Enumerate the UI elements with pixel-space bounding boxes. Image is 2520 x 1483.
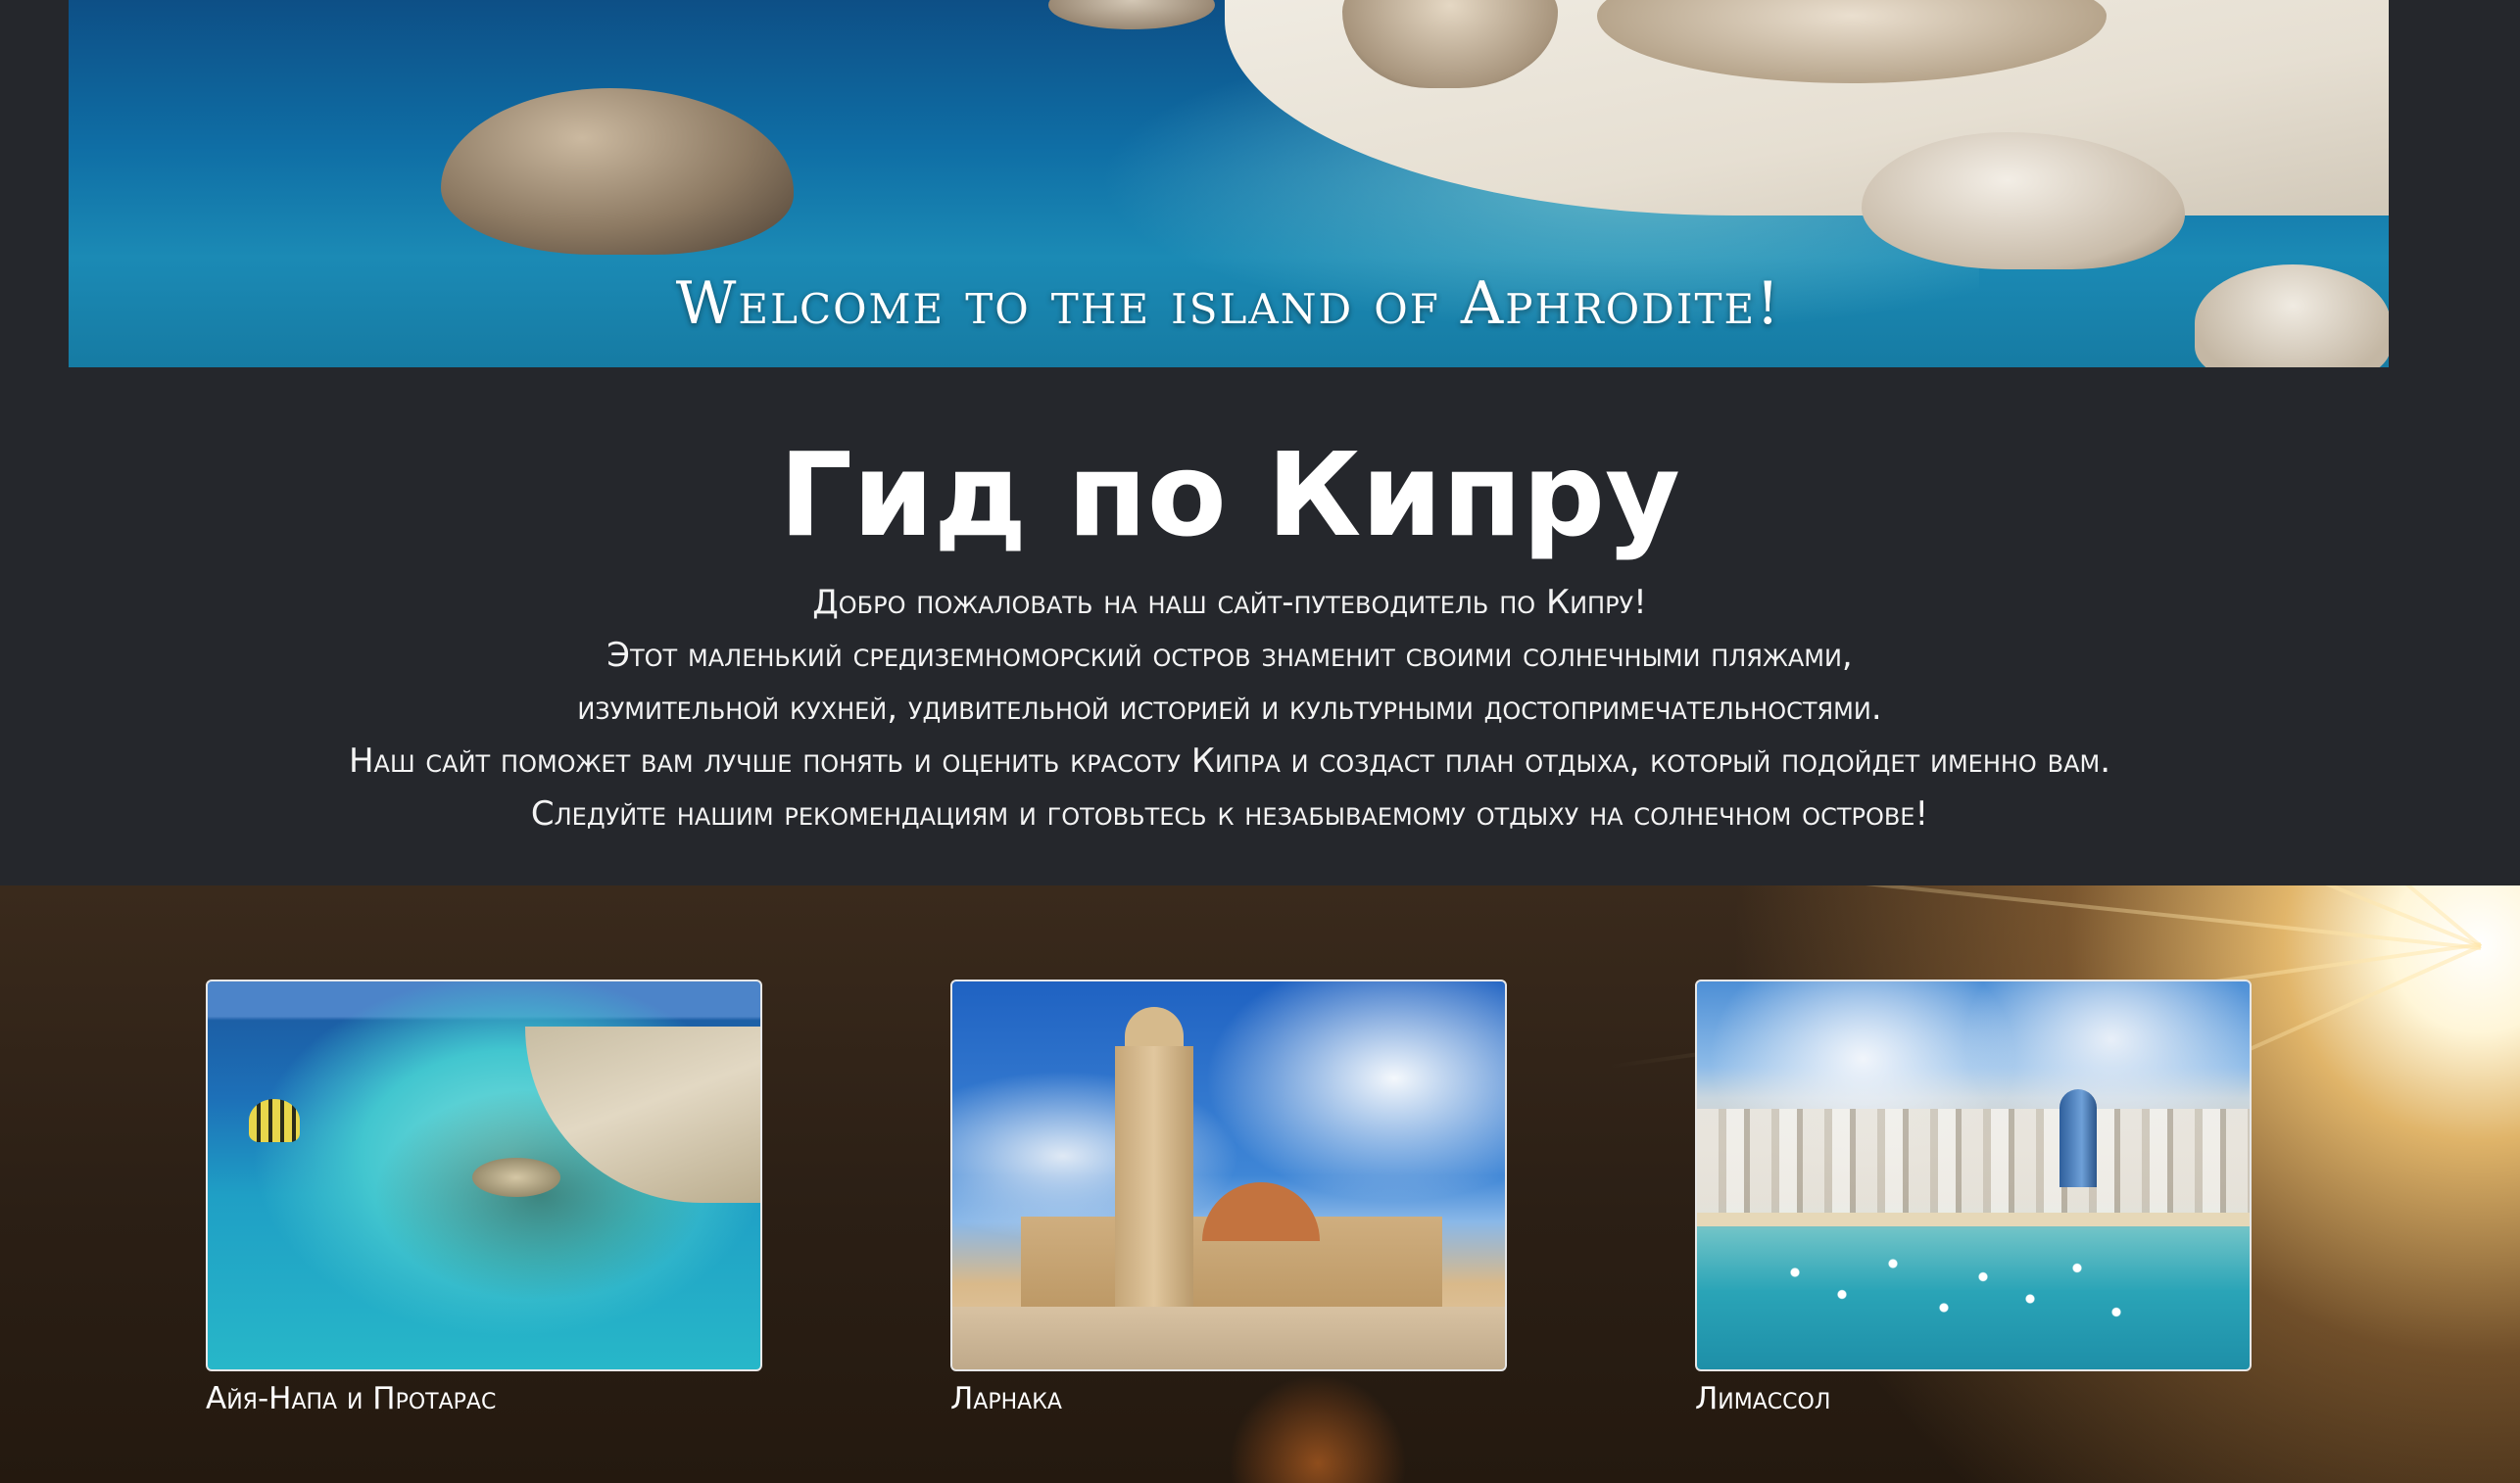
city-card-limassol[interactable]: Лимассол xyxy=(1695,980,2252,1420)
intro-line: Наш сайт поможет вам лучше понять и оцен… xyxy=(348,742,2111,781)
city-card-larnaca[interactable]: Ларнака xyxy=(950,980,1507,1420)
church-dome xyxy=(1202,1182,1320,1241)
city-photo-larnaca[interactable] xyxy=(950,980,1507,1371)
light-ray xyxy=(1408,885,2482,950)
parasail xyxy=(249,1099,300,1142)
rock xyxy=(1048,0,1215,29)
hero-welcome-text: Welcome to the island of Aphrodite! xyxy=(675,269,1782,338)
intro-line: Следуйте нашим рекомендациям и готовьтес… xyxy=(530,794,1929,834)
hero-banner: Welcome to the island of Aphrodite! xyxy=(69,0,2389,367)
islet xyxy=(472,1158,560,1197)
city-skyline xyxy=(1697,1109,2250,1217)
city-photo-limassol[interactable] xyxy=(1695,980,2252,1371)
intro-line: Этот маленький средиземноморский остров … xyxy=(606,636,1853,675)
cities-section: Айя-Напа и Протарас Ларнака Лимассол xyxy=(0,885,2520,1483)
city-photo-ayia-napa[interactable] xyxy=(206,980,762,1371)
beach xyxy=(1697,1213,2250,1226)
plaza xyxy=(952,1307,1505,1369)
intro-text: Добро пожаловать на наш сайт-путеводител… xyxy=(0,576,2459,840)
city-label[interactable]: Айя-Напа и Протарас xyxy=(206,1377,762,1420)
city-card-ayia-napa[interactable]: Айя-Напа и Протарас xyxy=(206,980,762,1420)
city-label[interactable]: Ларнака xyxy=(950,1377,1507,1420)
intro-section: Гид по Кипру Добро пожаловать на наш сай… xyxy=(0,421,2459,840)
boats xyxy=(1756,1246,2148,1334)
intro-line: изумительной кухней, удивительной истори… xyxy=(577,689,1882,728)
city-label[interactable]: Лимассол xyxy=(1695,1377,2252,1420)
rock xyxy=(441,88,794,255)
intro-line: Добро пожаловать на наш сайт-путеводител… xyxy=(812,583,1647,622)
bell-tower xyxy=(1115,1007,1193,1311)
coastline xyxy=(525,1027,760,1203)
glass-tower xyxy=(2060,1089,2097,1187)
page-title: Гид по Кипру xyxy=(779,427,1680,562)
